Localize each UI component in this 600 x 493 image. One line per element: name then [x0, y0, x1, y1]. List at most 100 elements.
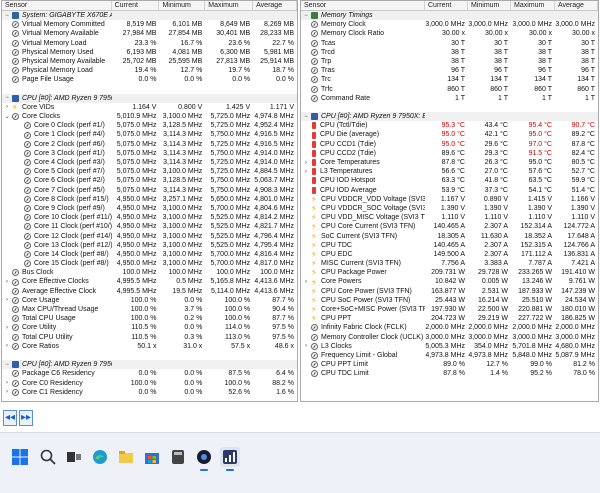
sensor-row[interactable]: Core 11 Clock (perf #10/) 4,950.0 MHz 3,10…: [2, 222, 297, 231]
cinebench-icon[interactable]: [194, 447, 214, 467]
sensor-row[interactable]: Trc 134 T 134 T 134 T 134 T: [301, 75, 598, 84]
sensor-row[interactable]: Core 8 Clock (perf #15/) 4,950.0 MHz 3,257…: [2, 195, 297, 204]
sensor-row[interactable]: Core 3 Clock (perf #1/) 5,075.0 MHz 3,114.…: [2, 149, 297, 158]
sensor-row[interactable]: Core 7 Clock (perf #5/) 5,075.0 MHz 3,114.…: [2, 186, 297, 195]
sensor-row[interactable]: Max CPU/Thread Usage 100.0 % 3.7 % 100.0 % 9…: [2, 305, 297, 314]
sensor-row[interactable]: › ⚡ Core VIDs 1.164 V 0.800 V 1.425 V 1.171 V: [2, 103, 297, 112]
sensor-row[interactable]: ⚡ CPU PPT 204.723 W 29.219 W 227.722 W 186.82…: [301, 314, 598, 323]
expand-toggle-icon[interactable]: ›: [4, 325, 10, 331]
sensor-row[interactable]: Memory Clock Ratio 30.00 x 30.00 x 30.00 x 3…: [301, 29, 598, 38]
edge-icon[interactable]: [90, 447, 110, 467]
sensor-row[interactable]: Core 13 Clock (perf #12/) 4,950.0 MHz 3,10…: [2, 241, 297, 250]
store-icon[interactable]: [142, 447, 162, 467]
sensor-row[interactable]: Core 6 Clock (perf #2/) 5,075.0 MHz 3,128.…: [2, 176, 297, 185]
sensor-group-row[interactable]: − System: GIGABYTE X670E AORUS ...: [2, 11, 297, 21]
sensor-row[interactable]: ⚡ SoC Current (SVI3 TFN) 18.305 A 11.630 A 1…: [301, 232, 598, 241]
forward-button[interactable]: ▸▸: [19, 410, 33, 426]
col-sensor[interactable]: Sensor: [2, 1, 112, 10]
sensor-group-row[interactable]: − CPU [#0]: AMD Ryzen 9 7950X: Enhanced: [301, 112, 598, 122]
sensor-row[interactable]: Physical Memory Load 19.4 % 12.7 % 19.7 % 18…: [2, 66, 297, 75]
col-minimum[interactable]: Minimum: [159, 1, 206, 10]
sensor-row[interactable]: Physical Memory Available 25,702 MB 25,595…: [2, 57, 297, 66]
col-sensor[interactable]: Sensor: [301, 1, 425, 10]
sensor-row[interactable]: Bus Clock 100.0 MHz 100.0 MHz 100.0 MHz 100.…: [2, 268, 297, 277]
sensor-row[interactable]: CPU Die (average) 95.0 °C 42.1 °C 95.0 °C 89…: [301, 130, 598, 139]
sensor-row[interactable]: Tras 96 T 96 T 96 T 96 T: [301, 66, 598, 75]
sensor-row[interactable]: Virtual Memory Available 27,984 MB 27,854 …: [2, 29, 297, 38]
sensor-row[interactable]: CPU IOD Average 53.9 °C 37.3 °C 54.1 °C 51.4…: [301, 186, 598, 195]
sensor-row[interactable]: Average Effective Clock 4,995.5 MHz 19.5 M…: [2, 287, 297, 296]
sensor-row[interactable]: CPU CCD1 (Tdie) 95.0 °C 29.6 °C 97.0 °C 87.8…: [301, 140, 598, 149]
expand-toggle-icon[interactable]: −: [303, 114, 309, 120]
file-explorer-icon[interactable]: [116, 447, 136, 467]
expand-toggle-icon[interactable]: ›: [4, 380, 10, 386]
expand-toggle-icon[interactable]: ›: [303, 169, 309, 175]
sensor-row[interactable]: › Core Temperatures 87.8 °C 26.3 °C 95.0 °C 8…: [301, 158, 598, 167]
sensor-row[interactable]: › ⚡ Core Powers 10.842 W 0.005 W 13.246 W 9.76…: [301, 277, 598, 286]
sensor-row[interactable]: CPU IOD Hotspot 63.3 °C 41.8 °C 63.5 °C 59.9…: [301, 176, 598, 185]
col-maximum[interactable]: Maximum: [511, 1, 555, 10]
start-icon[interactable]: [10, 447, 30, 467]
sensor-group-row[interactable]: − Memory Timings: [301, 11, 598, 21]
sensor-row[interactable]: Virtual Memory Load 23.3 % 16.7 % 23.6 % 22.…: [2, 39, 297, 48]
sensor-row[interactable]: ⚡ CPU VDD_MISC Voltage (SVI3 TFN) 1.110 V 1…: [301, 213, 598, 222]
expand-toggle-icon[interactable]: ›: [4, 343, 10, 349]
expand-toggle-icon[interactable]: −: [4, 13, 10, 19]
expand-toggle-icon[interactable]: ›: [4, 104, 10, 110]
sensor-group-row[interactable]: − CPU [#0]: AMD Ryzen 9 7950X: [2, 93, 297, 103]
sensor-row[interactable]: ⚡ CPU EDC 149.500 A 2.307 A 171.112 A 136.831…: [301, 250, 598, 259]
sensor-row[interactable]: Core 5 Clock (perf #7/) 5,075.0 MHz 3,100.…: [2, 167, 297, 176]
sensor-row[interactable]: Trp 38 T 38 T 38 T 38 T: [301, 57, 598, 66]
sensor-row[interactable]: Frequency Limit - Global 4,973.8 MHz 4,973…: [301, 351, 598, 360]
sensor-row[interactable]: ⚡ MISC Current (SVI3 TFN) 7.756 A 3.383 A 7.…: [301, 259, 598, 268]
sensor-row[interactable]: CPU PPT Limit 89.0 % 12.7 % 99.0 % 81.2 %: [301, 360, 598, 369]
sensor-row[interactable]: Tcas 30 T 30 T 30 T 30 T: [301, 39, 598, 48]
sensor-row[interactable]: CPU TDC Limit 87.8 % 1.4 % 95.2 % 78.0 %: [301, 369, 598, 378]
expand-toggle-icon[interactable]: ⌄: [4, 114, 10, 120]
sensor-row[interactable]: › Core C1 Residency 0.0 % 0.0 % 52.6 % 1.6 %: [2, 388, 297, 397]
sensor-row[interactable]: Core 2 Clock (perf #6/) 5,075.0 MHz 3,114.…: [2, 140, 297, 149]
expand-toggle-icon[interactable]: ›: [303, 343, 309, 349]
sensor-row[interactable]: ⚡ CPU SoC Power (SVI3 TFN) 25.443 W 16.214 …: [301, 296, 598, 305]
expand-toggle-icon[interactable]: ›: [4, 279, 10, 285]
expand-toggle-icon[interactable]: ›: [4, 297, 10, 303]
sensor-row[interactable]: Memory Controller Clock (UCLK) 3,000.0 MH…: [301, 333, 598, 342]
task-view-icon[interactable]: [64, 447, 84, 467]
col-average[interactable]: Average: [555, 1, 598, 10]
sensor-row[interactable]: Infinity Fabric Clock (FCLK) 2,000.0 MHz 2…: [301, 323, 598, 332]
sensor-row[interactable]: ⚡ CPU Core Current (SVI3 TFN) 140.465 A 2.3…: [301, 222, 598, 231]
sensor-row[interactable]: ⚡ CPU VDDCR_VDD Voltage (SVI3 TFN) 1.167 V…: [301, 195, 598, 204]
col-average[interactable]: Average: [253, 1, 297, 10]
sensor-row[interactable]: CPU (Tctl/Tdie) 95.3 °C 43.4 °C 95.4 °C 90.7…: [301, 121, 598, 130]
sensor-row[interactable]: Total CPU Usage 100.0 % 0.2 % 100.0 % 87.7 %: [2, 314, 297, 323]
sensor-group-row[interactable]: − CPU [#0]: AMD Ryzen 9 7950X: C-...: [2, 360, 297, 370]
back-button[interactable]: ◂◂: [3, 410, 17, 426]
sensor-row[interactable]: Package C6 Residency 0.0 % 0.0 % 87.5 % 6.4 …: [2, 369, 297, 378]
sensor-row[interactable]: › L3 Temperatures 56.6 °C 27.0 °C 57.6 °C 52.…: [301, 167, 598, 176]
sensor-row[interactable]: Trcd 38 T 38 T 38 T 38 T: [301, 48, 598, 57]
sensor-row[interactable]: Core 9 Clock (perf #9/) 4,950.0 MHz 3,100.…: [2, 204, 297, 213]
sensor-row[interactable]: Core 15 Clock (perf #8/) 4,950.0 MHz 3,100…: [2, 259, 297, 268]
col-minimum[interactable]: Minimum: [468, 1, 511, 10]
sensor-row[interactable]: Core 10 Clock (perf #11/) 4,950.0 MHz 3,10…: [2, 213, 297, 222]
col-maximum[interactable]: Maximum: [205, 1, 254, 10]
sensor-row[interactable]: ⚡ CPU TDC 140.465 A 2.307 A 152.315 A 124.766…: [301, 241, 598, 250]
sensor-row[interactable]: › Core Ratios 50.1 x 31.0 x 57.5 x 48.6 x: [2, 342, 297, 351]
sensor-panel-right[interactable]: Sensor Current Minimum Maximum Average −…: [300, 0, 599, 402]
sensor-panel-left[interactable]: Sensor Current Minimum Maximum Average −…: [1, 0, 298, 402]
sensor-row[interactable]: Core 0 Clock (perf #1/) 5,075.0 MHz 3,128.…: [2, 121, 297, 130]
col-current[interactable]: Current: [425, 1, 468, 10]
sensor-row[interactable]: Memory Clock 3,000.0 MHz 3,000.0 MHz 3,000.…: [301, 20, 598, 29]
sensor-row[interactable]: Total CPU Utility 110.5 % 0.3 % 113.0 % 97.5…: [2, 333, 297, 342]
calculator-icon[interactable]: [168, 447, 188, 467]
sensor-row[interactable]: Core 1 Clock (perf #4/) 5,075.0 MHz 3,114.…: [2, 130, 297, 139]
sensor-row[interactable]: ⚡ CPU Package Power 209.731 W 29.728 W 233.2…: [301, 268, 598, 277]
sensor-row[interactable]: ⌄ Core Clocks 5,010.9 MHz 3,100.0 MHz 5,725.…: [2, 112, 297, 121]
sensor-row[interactable]: › L3 Clocks 5,005.3 MHz 354.0 MHz 5,701.8 MH…: [301, 342, 598, 351]
sensor-row[interactable]: › Core Effective Clocks 4,995.5 MHz 0.5 MHz…: [2, 277, 297, 286]
expand-toggle-icon[interactable]: −: [4, 362, 10, 368]
expand-toggle-icon[interactable]: −: [4, 95, 10, 101]
expand-toggle-icon[interactable]: ›: [303, 279, 309, 285]
sensor-row[interactable]: Core 4 Clock (perf #3/) 5,075.0 MHz 3,114.…: [2, 158, 297, 167]
sensor-row[interactable]: › Core Utility 110.5 % 0.0 % 114.0 % 97.5 %: [2, 323, 297, 332]
